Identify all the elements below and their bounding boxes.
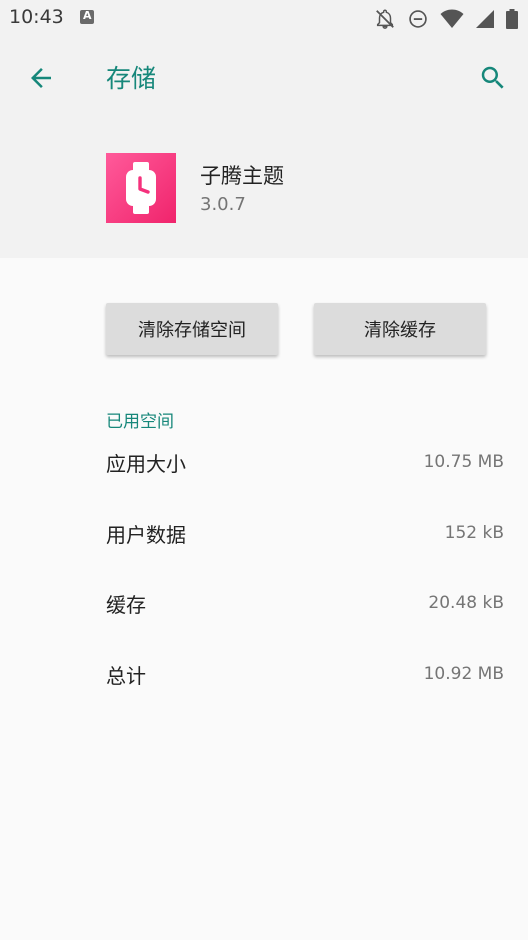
notifications-off-icon <box>376 9 394 29</box>
status-bar: 10:43 A <box>0 0 528 35</box>
clear-cache-button[interactable]: 清除缓存 <box>314 303 486 355</box>
clear-storage-button[interactable]: 清除存储空间 <box>106 303 278 355</box>
notification-app-icon: A <box>80 9 94 24</box>
battery-icon <box>506 9 518 29</box>
wifi-icon <box>440 9 464 28</box>
usage-row-value: 152 kB <box>444 523 504 543</box>
watch-icon <box>126 162 156 214</box>
usage-row-value: 20.48 kB <box>428 593 504 613</box>
page-title: 存储 <box>106 64 157 93</box>
usage-row-label: 缓存 <box>106 592 146 617</box>
usage-row-label: 用户数据 <box>106 522 186 547</box>
cell-signal-icon <box>476 10 494 28</box>
notification-app-letter: A <box>83 9 92 22</box>
search-icon[interactable] <box>478 63 508 93</box>
app-version: 3.0.7 <box>200 194 246 215</box>
app-icon <box>106 153 176 223</box>
arrow-back-icon[interactable] <box>26 63 56 93</box>
do-not-disturb-icon <box>409 10 427 28</box>
usage-row-user-data: 用户数据 152 kB <box>106 513 504 553</box>
status-icons <box>374 8 518 30</box>
usage-row-value: 10.75 MB <box>423 452 504 472</box>
status-time: 10:43 <box>9 6 64 28</box>
usage-row-label: 应用大小 <box>106 451 186 476</box>
usage-row-label: 总计 <box>106 663 146 688</box>
app-name: 子腾主题 <box>200 164 284 188</box>
usage-row-app-size: 应用大小 10.75 MB <box>106 442 504 482</box>
usage-row-value: 10.92 MB <box>423 664 504 684</box>
section-title-used-space: 已用空间 <box>106 412 174 432</box>
app-info-header: 存储 子腾主题 3.0.7 <box>0 35 528 258</box>
usage-row-cache: 缓存 20.48 kB <box>106 583 504 623</box>
usage-row-total: 总计 10.92 MB <box>106 654 504 694</box>
